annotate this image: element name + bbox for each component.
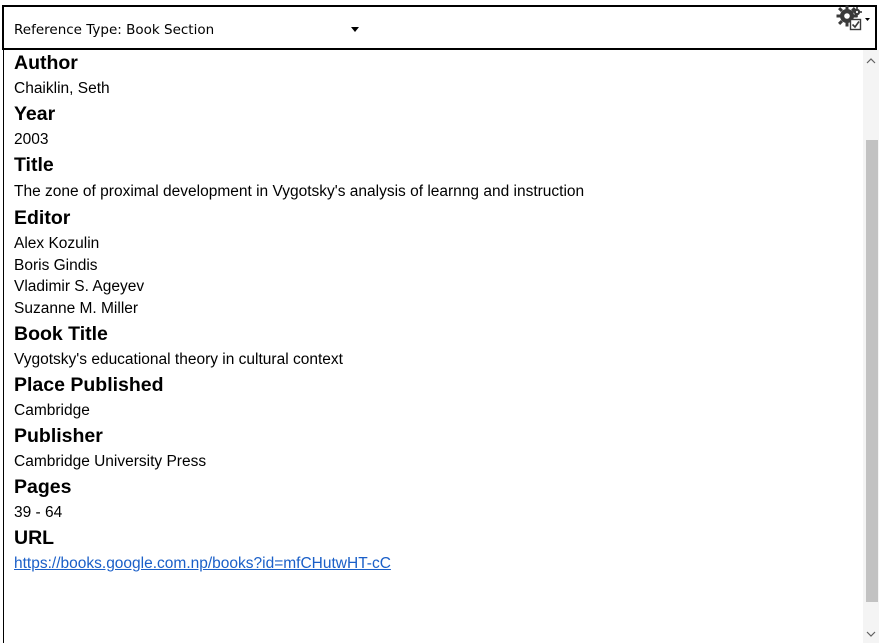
vertical-scrollbar[interactable] (863, 50, 879, 643)
field-label-title: Title (14, 154, 54, 176)
field-label-book-title: Book Title (14, 323, 108, 345)
field-value-url[interactable]: https://books.google.com.np/books?id=mfC… (4, 552, 861, 576)
field-value-author[interactable]: Chaiklin, Seth (4, 77, 861, 101)
url-link[interactable]: https://books.google.com.np/books?id=mfC… (14, 555, 391, 572)
field-year: Year 2003 (4, 101, 861, 152)
editor-name: Suzanne M. Miller (14, 299, 139, 317)
editor-name: Alex Kozulin (14, 235, 100, 252)
field-value-year[interactable]: 2003 (4, 128, 861, 152)
caret-down-icon[interactable] (346, 21, 364, 39)
toolbar: Reference Type: Book Section (0, 0, 879, 53)
field-book-title: Book Title Vygotsky's educational theory… (4, 321, 861, 372)
reference-editor-window: Reference Type: Book Section Author Chai… (0, 0, 879, 643)
field-value-place-published[interactable]: Cambridge (4, 399, 861, 423)
field-url: URL https://books.google.com.np/books?id… (4, 525, 861, 576)
field-title: Title The zone of proximal development i… (4, 152, 861, 205)
settings-menu-button[interactable] (835, 4, 875, 38)
field-label-year: Year (14, 103, 56, 125)
field-author: Author Chaiklin, Seth (4, 50, 861, 101)
field-pages: Pages 39 - 64 (4, 474, 861, 525)
field-label-editor: Editor (14, 207, 71, 229)
reference-type-label: Reference Type: Book Section (14, 22, 215, 38)
scroll-down-arrow-icon[interactable] (863, 625, 879, 643)
field-label-url: URL (14, 527, 55, 549)
field-label-pages: Pages (14, 476, 72, 498)
field-value-book-title[interactable]: Vygotsky's educational theory in cultura… (4, 348, 861, 372)
field-value-editor[interactable]: Alex Kozulin Boris Gindis Vladimir S. Ag… (4, 232, 861, 321)
field-place-published: Place Published Cambridge (4, 372, 861, 423)
field-value-pages[interactable]: 39 - 64 (4, 501, 861, 525)
field-value-publisher[interactable]: Cambridge University Press (4, 450, 861, 474)
reference-type-selector[interactable]: Reference Type: Book Section (2, 5, 877, 50)
scroll-up-arrow-icon[interactable] (863, 52, 879, 70)
field-label-place-published: Place Published (14, 374, 164, 396)
reference-fields-panel: Author Chaiklin, Seth Year 2003 Title Th… (3, 50, 861, 643)
field-label-publisher: Publisher (14, 425, 103, 447)
field-label-author: Author (14, 52, 78, 74)
editor-name: Boris Gindis (14, 256, 98, 274)
field-publisher: Publisher Cambridge University Press (4, 423, 861, 474)
gear-check-icon (835, 4, 871, 39)
field-editor: Editor Alex Kozulin Boris Gindis Vladimi… (4, 205, 861, 321)
field-value-title[interactable]: The zone of proximal development in Vygo… (4, 179, 861, 205)
scrollbar-thumb[interactable] (866, 140, 878, 602)
editor-name: Vladimir S. Ageyev (14, 278, 145, 295)
